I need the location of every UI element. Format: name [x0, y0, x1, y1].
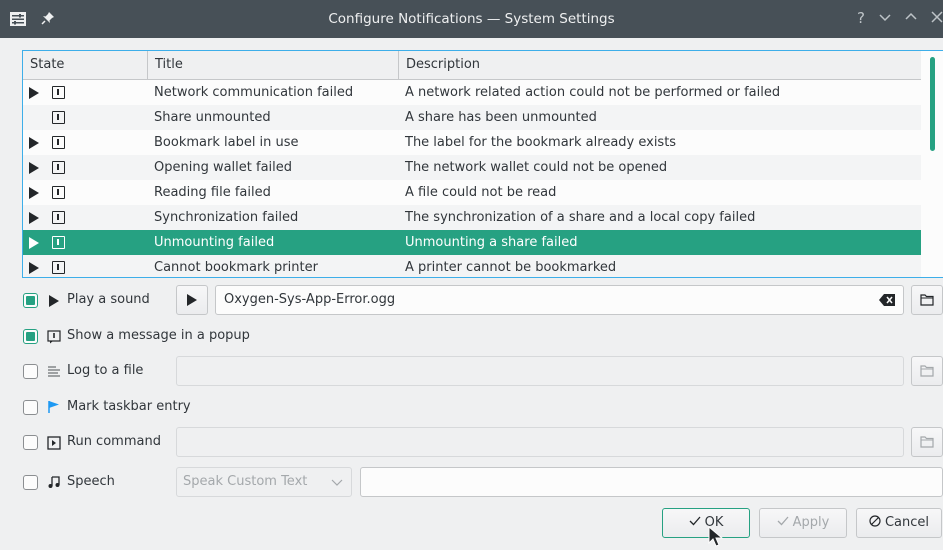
event-description: The label for the bookmark already exist… [405, 135, 677, 150]
event-description: A share has been unmounted [405, 110, 597, 125]
event-title: Reading file failed [154, 185, 271, 200]
log-file-checkbox[interactable] [23, 364, 38, 379]
text-lines-icon [48, 366, 60, 377]
taskbar-label: Mark taskbar entry [67, 399, 191, 414]
speech-mode-select[interactable]: Speak Custom Text [176, 467, 352, 497]
mouse-cursor-icon [708, 526, 724, 547]
table-row[interactable]: Share unmounted A share has been unmounte… [23, 105, 921, 130]
folder-icon [920, 436, 934, 448]
event-title: Opening wallet failed [154, 160, 293, 175]
cancel-button[interactable]: Cancel [856, 508, 942, 538]
play-sound-state-icon [29, 262, 39, 274]
event-title: Share unmounted [154, 110, 271, 125]
music-note-icon [48, 476, 60, 488]
speech-label: Speech [67, 474, 115, 489]
events-table[interactable]: State Title Description Network communic… [22, 50, 943, 278]
chevron-down-icon [331, 479, 343, 486]
folder-icon [920, 294, 934, 306]
speech-checkbox[interactable] [23, 475, 38, 490]
browse-log-button[interactable] [911, 356, 943, 386]
popup-state-icon [52, 261, 65, 274]
column-header-description[interactable]: Description [399, 51, 919, 79]
checkmark-icon [777, 516, 789, 526]
event-title: Cannot bookmark printer [154, 260, 318, 275]
popup-state-icon [52, 111, 65, 124]
cancel-icon [869, 515, 881, 527]
play-sound-state-icon [29, 87, 39, 99]
play-sound-state-icon [29, 237, 39, 249]
window-title: Configure Notifications — System Setting… [328, 11, 615, 27]
folder-icon [920, 365, 934, 377]
scrollbar-thumb[interactable] [930, 57, 935, 151]
table-row[interactable]: Bookmark label in use The label for the b… [23, 130, 921, 155]
play-sound-state-icon [29, 137, 39, 149]
play-sound-state-icon [29, 162, 39, 174]
play-sound-preview-button[interactable] [176, 285, 208, 315]
sound-file-value: Oxygen-Sys-App-Error.ogg [224, 292, 396, 307]
column-header-title[interactable]: Title [148, 51, 399, 79]
apply-label: Apply [792, 515, 830, 530]
popup-state-icon [52, 161, 65, 174]
table-row[interactable]: Cannot bookmark printer A printer cannot … [23, 255, 921, 277]
play-icon [187, 294, 197, 306]
play-icon [49, 295, 59, 307]
run-command-input[interactable] [176, 427, 904, 457]
close-icon [931, 11, 943, 23]
play-sound-state-icon [29, 187, 39, 199]
event-description: A file could not be read [405, 185, 557, 200]
event-description: A printer cannot be bookmarked [405, 260, 617, 275]
popup-checkbox[interactable] [23, 329, 38, 344]
minimize-button[interactable] [876, 9, 894, 27]
log-file-input[interactable] [176, 356, 904, 386]
table-row[interactable]: Reading file failed A file could not be r… [23, 180, 921, 205]
event-title: Network communication failed [154, 85, 354, 100]
popup-state-icon [52, 211, 65, 224]
event-description: The network wallet could not be opened [405, 160, 668, 175]
log-file-label: Log to a file [67, 363, 144, 378]
table-row[interactable]: Synchronization failed The synchronizatio… [23, 205, 921, 230]
table-header: State Title Description [23, 51, 943, 80]
sound-file-input[interactable]: Oxygen-Sys-App-Error.ogg [215, 285, 904, 315]
title-bar[interactable]: Configure Notifications — System Setting… [0, 0, 943, 38]
play-sound-checkbox[interactable] [23, 293, 38, 308]
table-body: Network communication failed A network re… [23, 80, 921, 277]
terminal-icon [47, 436, 61, 450]
speech-mode-value: Speak Custom Text [183, 474, 308, 489]
flag-icon [48, 401, 59, 413]
event-title: Unmounting failed [154, 235, 275, 250]
maximize-button[interactable] [902, 9, 920, 27]
apply-button[interactable]: Apply [759, 508, 847, 538]
speech-text-input[interactable] [360, 467, 943, 497]
table-row[interactable]: Unmounting failed Unmounting a share fail… [23, 230, 921, 255]
event-description: The synchronization of a share and a loc… [405, 210, 756, 225]
cancel-label: Cancel [884, 515, 930, 530]
popup-state-icon [52, 86, 65, 99]
taskbar-checkbox[interactable] [23, 400, 38, 415]
popup-state-icon [52, 236, 65, 249]
popup-state-icon [52, 136, 65, 149]
table-row[interactable]: Network communication failed A network re… [23, 80, 921, 105]
popup-state-icon [52, 186, 65, 199]
play-sound-state-icon [29, 212, 39, 224]
chevron-up-icon [905, 12, 917, 20]
browse-command-button[interactable] [911, 427, 943, 457]
run-command-label: Run command [67, 434, 161, 449]
popup-label: Show a message in a popup [67, 328, 250, 343]
browse-sound-button[interactable] [911, 285, 943, 315]
close-button[interactable] [928, 9, 943, 27]
event-title: Synchronization failed [154, 210, 299, 225]
ok-button[interactable]: OK [662, 508, 750, 538]
chevron-down-icon [879, 14, 891, 22]
play-sound-label: Play a sound [67, 292, 150, 307]
clear-text-icon[interactable] [879, 294, 895, 306]
checkmark-icon [689, 516, 701, 526]
event-description: Unmounting a share failed [405, 235, 578, 250]
help-button[interactable]: ? [852, 9, 870, 27]
event-description: A network related action could not be pe… [405, 85, 781, 100]
table-row[interactable]: Opening wallet failed The network wallet … [23, 155, 921, 180]
event-title: Bookmark label in use [154, 135, 299, 150]
message-icon [47, 330, 61, 344]
column-header-state[interactable]: State [23, 51, 148, 79]
run-command-checkbox[interactable] [23, 435, 38, 450]
